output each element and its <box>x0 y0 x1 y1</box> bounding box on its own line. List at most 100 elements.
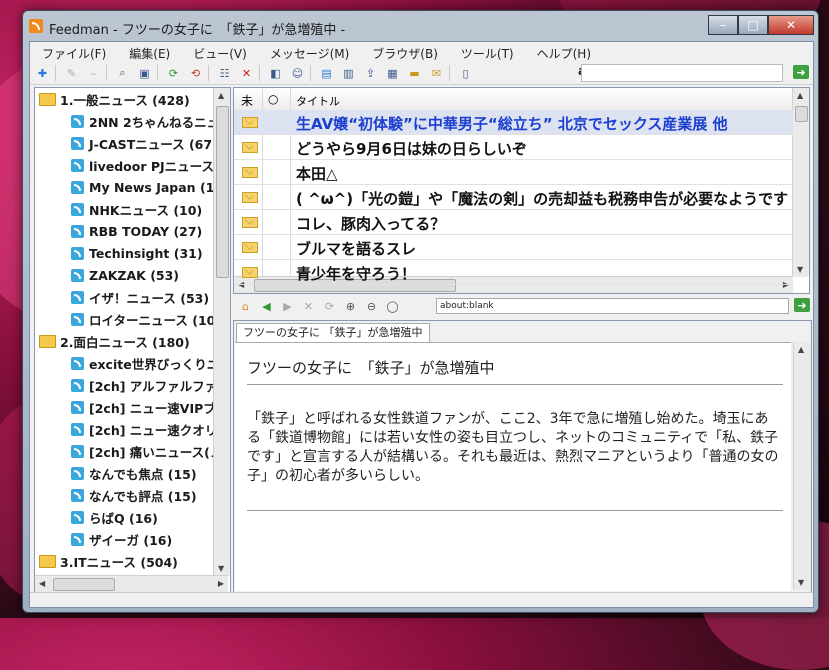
article-row[interactable]: 青少年を守ろう！ <box>234 260 793 285</box>
zoom-reset-icon[interactable]: ◯ <box>384 298 401 314</box>
window-title: Feedman - フツーの女子に 「鉄子」が急増殖中 - <box>49 23 346 38</box>
search-icon[interactable]: ⌕ <box>113 65 132 81</box>
article-row[interactable]: どうやら9月6日は妹の日らしいぞ <box>234 135 793 160</box>
close-button[interactable]: ✕ <box>768 15 814 35</box>
column-title[interactable]: タイトル <box>296 93 340 109</box>
tree-item-label: RBB TODAY (27) <box>89 223 203 239</box>
tree-hscroll-thumb[interactable] <box>53 578 115 591</box>
menu-view[interactable]: ビュー(V) <box>181 42 258 62</box>
back-icon[interactable]: ◀ <box>258 298 275 314</box>
tree-feed[interactable]: Techinsight (31) <box>71 242 203 264</box>
article-row[interactable]: ブルマを語るスレ <box>234 235 793 260</box>
add-feed-icon[interactable]: ✚ <box>33 65 52 81</box>
tree-feed[interactable]: RBB TODAY (27) <box>71 220 202 242</box>
address-go-button[interactable]: ➜ <box>794 298 810 312</box>
menu-tools[interactable]: ツール(T) <box>449 42 525 62</box>
tree-feed[interactable]: excite世界びっくりニュ <box>71 352 230 374</box>
open-tab-icon[interactable]: ▥ <box>339 65 358 81</box>
article-row[interactable]: 生AV嬢“初体験”に中華男子“総立ち” 北京でセックス産業展 他 <box>234 110 793 135</box>
home-icon[interactable]: ⌂ <box>237 298 254 314</box>
tree-item-label: [2ch] 痛いニュース(ノ <box>89 444 223 460</box>
delete-icon[interactable]: ✕ <box>237 65 256 81</box>
tree-folder[interactable]: 1.一般ニュース (428) <box>39 88 190 110</box>
search-go-button[interactable]: ➜ <box>793 65 809 79</box>
tree-feed[interactable]: らばQ (16) <box>71 506 158 528</box>
zoom-in-icon[interactable]: ⊕ <box>342 298 359 314</box>
tree-feed[interactable]: My News Japan (10) <box>71 176 229 198</box>
tree-scroll-thumb[interactable] <box>216 106 229 278</box>
heading-divider <box>247 384 783 385</box>
menu-file[interactable]: ファイル(F) <box>30 42 117 62</box>
rss-feed-icon <box>71 422 84 436</box>
title-bar[interactable]: Feedman - フツーの女子に 「鉄子」が急増殖中 - – □ ✕ <box>23 11 818 41</box>
menu-help[interactable]: ヘルプ(H) <box>525 42 602 62</box>
maximize-button[interactable]: □ <box>738 15 768 35</box>
column-mark[interactable]: ○ <box>268 92 278 106</box>
tree-feed[interactable]: 2NN 2ちゃんねるニュー <box>71 110 230 132</box>
rss-feed-icon <box>71 290 84 304</box>
edit-icon[interactable]: ✎ <box>62 65 81 81</box>
tree-feed[interactable]: [2ch] ニュー速クオリティ <box>71 418 230 440</box>
tree-feed[interactable]: イザ！ニュース (53) <box>71 286 209 308</box>
tree-horizontal-scrollbar[interactable]: ◀ ▶ <box>35 575 228 592</box>
preview-pane: フツーの女子に 「鉄子」が急増殖中 フツーの女子に 「鉄子」が急増殖中 「鉄子」… <box>233 320 812 593</box>
tree-item-label: My News Japan (10) <box>89 179 229 195</box>
tree-folder[interactable]: 3.ITニュース (504) <box>39 550 178 572</box>
search-input[interactable] <box>581 64 783 82</box>
tree-feed[interactable]: [2ch] アルファルファモ <box>71 374 230 396</box>
preview-tab[interactable]: フツーの女子に 「鉄子」が急増殖中 <box>236 323 430 342</box>
forward-icon[interactable]: ▶ <box>279 298 296 314</box>
list-vertical-scrollbar[interactable]: ▲ ▼ <box>792 88 809 277</box>
open-window-icon[interactable]: ▤ <box>317 65 336 81</box>
tree-feed[interactable]: ロイターニュース (10) <box>71 308 221 330</box>
people-icon[interactable]: ☺ <box>288 65 307 81</box>
book-icon[interactable]: ▯ <box>456 65 475 81</box>
list-scroll-thumb[interactable] <box>795 106 808 122</box>
folder-icon[interactable]: ▬ <box>405 65 424 81</box>
tree-feed[interactable]: ザイーガ (16) <box>71 528 172 550</box>
find-icon[interactable]: ▣ <box>135 65 154 81</box>
filter-icon[interactable]: ◧ <box>266 65 285 81</box>
article-title: 本田△ <box>296 165 338 183</box>
article-row[interactable]: 本田△ <box>234 160 793 185</box>
article-row[interactable]: コレ、豚肉入ってる？ <box>234 210 793 235</box>
menu-message[interactable]: メッセージ(M) <box>258 42 360 62</box>
address-field[interactable]: about:blank <box>436 298 789 314</box>
tree-feed[interactable]: NHKニュース (10) <box>71 198 202 220</box>
refresh-all-icon[interactable]: ⟲ <box>186 65 205 81</box>
remove-icon[interactable]: – <box>84 65 103 81</box>
rss-feed-icon <box>71 378 84 392</box>
tree-item-label: livedoor PJニュース ( <box>89 158 225 174</box>
save-icon[interactable]: ▦ <box>383 65 402 81</box>
feed-tree: 3.ITニュース (504) ザイーガ (16) らばQ (16) なんでも評点 (1… <box>34 87 231 593</box>
tree-item-label: 2.面白ニュース (180) <box>60 334 190 350</box>
preview-scrollbar[interactable]: ▲ ▼ <box>793 342 811 590</box>
tree-feed[interactable]: ZAKZAK (53) <box>71 264 179 286</box>
tree-feed[interactable]: livedoor PJニュース ( <box>71 154 224 176</box>
tree-feed[interactable]: なんでも評点 (15) <box>71 484 197 506</box>
reload-icon[interactable]: ⟳ <box>321 298 338 314</box>
tree-feed[interactable]: なんでも焦点 (15) <box>71 462 197 484</box>
article-row[interactable]: ( ^ω^)「光の鎧」や「魔法の剣」の売却益も税務申告が必要なようです <box>234 185 793 210</box>
column-unread[interactable]: 未 <box>241 92 253 109</box>
refresh-icon[interactable]: ⟳ <box>164 65 183 81</box>
tree-item-label: ロイターニュース (10) <box>89 312 222 328</box>
menu-bar: ファイル(F) 編集(E) ビュー(V) メッセージ(M) ブラウザ(B) ツー… <box>30 42 813 62</box>
tree-item-label: [2ch] ニュー速VIPブロ <box>89 400 229 416</box>
menu-edit[interactable]: 編集(E) <box>117 42 181 62</box>
upload-icon[interactable]: ⇪ <box>361 65 380 81</box>
tree-feed[interactable]: J-CASTニュース (67) <box>71 132 218 154</box>
stop-icon[interactable]: ✕ <box>300 298 317 314</box>
folder-icon <box>39 92 56 106</box>
tree-vertical-scrollbar[interactable]: ▲ ▼ <box>213 88 230 576</box>
rss-feed-icon <box>71 400 84 414</box>
tree-item-label: ZAKZAK (53) <box>89 267 180 283</box>
menu-browser[interactable]: ブラウザ(B) <box>360 42 449 62</box>
mark-read-icon[interactable]: ☷ <box>215 65 234 81</box>
tree-feed[interactable]: [2ch] ニュー速VIPブロ <box>71 396 228 418</box>
tree-feed[interactable]: [2ch] 痛いニュース(ノ <box>71 440 222 462</box>
mail-icon[interactable]: ✉ <box>427 65 446 81</box>
tree-folder[interactable]: 2.面白ニュース (180) <box>39 330 190 352</box>
minimize-button[interactable]: – <box>708 15 738 35</box>
zoom-out-icon[interactable]: ⊖ <box>363 298 380 314</box>
